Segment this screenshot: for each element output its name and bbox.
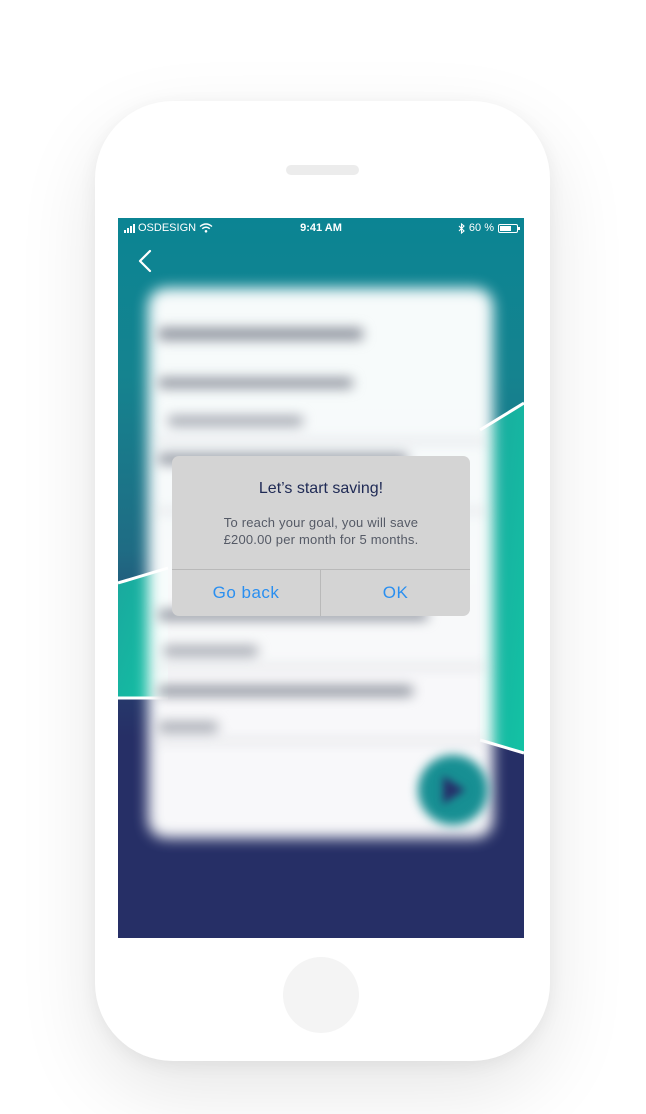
back-chevron-icon[interactable] xyxy=(136,248,160,276)
dialog-message: To reach your goal, you will save £200.0… xyxy=(184,514,458,548)
status-bar: OSDESIGN 9:41 AM 60 % xyxy=(118,218,524,240)
phone-speaker xyxy=(286,165,359,175)
blurred-heading xyxy=(158,328,363,340)
battery-icon xyxy=(498,223,520,233)
status-right: 60 % xyxy=(458,222,520,234)
blurred-separator xyxy=(156,666,486,668)
alert-dialog: Let’s start saving! To reach your goal, … xyxy=(172,456,470,616)
blurred-label xyxy=(158,378,353,388)
ok-button[interactable]: OK xyxy=(321,570,470,616)
blurred-value xyxy=(163,646,258,656)
blurred-label xyxy=(158,686,413,696)
dialog-title: Let’s start saving! xyxy=(258,480,384,497)
bluetooth-icon xyxy=(458,222,465,234)
battery-percent: 60 % xyxy=(468,222,494,234)
home-button[interactable] xyxy=(283,957,359,1033)
blurred-separator xyxy=(156,440,486,442)
go-back-button[interactable]: Go back xyxy=(172,570,320,616)
dialog-message-line-1: To reach your goal, you will save xyxy=(223,515,419,530)
blurred-value xyxy=(158,722,218,732)
blurred-separator xyxy=(156,740,486,742)
blurred-value xyxy=(168,416,303,426)
play-arrow-icon xyxy=(443,776,465,804)
dialog-message-line-2: £200.00 per month for 5 months. xyxy=(223,532,419,547)
